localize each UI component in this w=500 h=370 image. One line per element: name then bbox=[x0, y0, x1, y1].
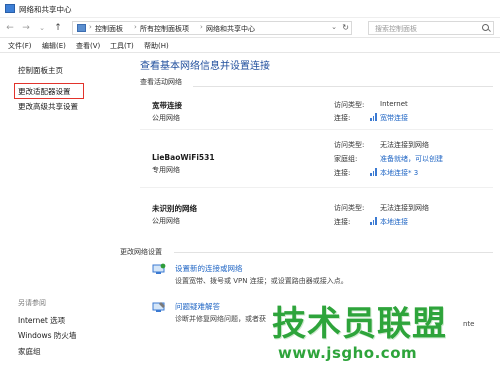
address-bar: ← → ⌄ ↑ › 控制面板 › 所有控制面板项 › 网络和共享中心 ⌄ ↻ 搜… bbox=[0, 18, 500, 38]
connection-label: 连接: bbox=[334, 114, 351, 122]
network-name: 未识别的网络 bbox=[152, 204, 197, 213]
connection-label: 连接: bbox=[334, 169, 351, 177]
search-icon[interactable] bbox=[482, 24, 489, 31]
watermark-logo: 技术员联盟 bbox=[272, 304, 447, 344]
menu-edit[interactable]: 编辑(E) bbox=[42, 41, 66, 51]
troubleshoot-desc: 诊断并修复网络问题，或者获 bbox=[175, 315, 266, 323]
network-type[interactable]: 专用网络 bbox=[152, 165, 180, 175]
new-connection-link[interactable]: 设置新的连接或网络 bbox=[175, 263, 243, 274]
sidebar-item-adapter-settings[interactable]: 更改适配器设置 bbox=[18, 86, 71, 97]
sidebar-item-homegroup[interactable]: 家庭组 bbox=[18, 346, 41, 357]
homegroup-status-link[interactable]: 准备就绪，可以创建 bbox=[380, 154, 443, 164]
network-type[interactable]: 公用网络 bbox=[152, 113, 180, 123]
sidebar: 控制面板主页 更改适配器设置 更改高级共享设置 另请参阅 Internet 选项… bbox=[0, 54, 118, 370]
network-center-icon bbox=[5, 4, 15, 13]
up-arrow-icon[interactable]: ↑ bbox=[52, 22, 64, 34]
connection-link[interactable]: 宽带连接 bbox=[380, 113, 408, 123]
network-type[interactable]: 公用网络 bbox=[152, 216, 180, 226]
sidebar-item-internet-options[interactable]: Internet 选项 bbox=[18, 315, 65, 326]
divider bbox=[140, 187, 493, 188]
connection-link[interactable]: 本地连接 bbox=[380, 217, 408, 227]
troubleshoot-link[interactable]: 问题疑难解答 bbox=[175, 301, 220, 312]
divider bbox=[174, 252, 493, 253]
title-bar: 网络和共享中心 bbox=[0, 0, 500, 18]
sidebar-item-home[interactable]: 控制面板主页 bbox=[18, 65, 63, 76]
access-type-value: 无法连接到网络 bbox=[380, 204, 429, 212]
chevron-down-icon[interactable]: ⌄ bbox=[36, 22, 48, 34]
menu-tools[interactable]: 工具(T) bbox=[110, 41, 134, 51]
divider bbox=[193, 86, 493, 87]
sidebar-item-firewall[interactable]: Windows 防火墙 bbox=[18, 330, 76, 341]
access-type-label: 访问类型: bbox=[334, 141, 365, 149]
network-name: 宽带连接 bbox=[152, 101, 182, 110]
wifi-icon bbox=[370, 168, 378, 176]
watermark-tail-text: nte bbox=[463, 320, 475, 328]
new-connection-desc: 设置宽带、拨号或 VPN 连接；或设置路由器或接入点。 bbox=[175, 277, 348, 285]
watermark-url: www.jsgho.com bbox=[278, 344, 418, 362]
signal-bars-icon bbox=[370, 113, 378, 121]
menu-bar: 文件(F) 编辑(E) 查看(V) 工具(T) 帮助(H) bbox=[0, 38, 500, 53]
menu-view[interactable]: 查看(V) bbox=[76, 41, 100, 51]
connection-link[interactable]: 本地连接* 3 bbox=[380, 168, 418, 178]
troubleshoot-icon bbox=[152, 302, 165, 312]
network-name: LieBaoWiFi531 bbox=[152, 153, 215, 162]
ethernet-icon bbox=[370, 217, 378, 225]
breadcrumb-control-panel[interactable]: 控制面板 bbox=[95, 24, 123, 34]
forward-arrow-icon[interactable]: → bbox=[20, 22, 32, 34]
control-panel-icon bbox=[77, 24, 86, 32]
access-type-value: 无法连接到网络 bbox=[380, 141, 429, 149]
window-title: 网络和共享中心 bbox=[19, 5, 72, 14]
sidebar-item-advanced-sharing[interactable]: 更改高级共享设置 bbox=[18, 101, 78, 112]
divider bbox=[140, 129, 493, 130]
address-dropdown-icon[interactable]: ⌄ bbox=[331, 23, 337, 31]
change-settings-heading: 更改网络设置 bbox=[120, 248, 162, 256]
new-connection-icon bbox=[152, 263, 166, 274]
search-placeholder: 搜索控制面板 bbox=[375, 25, 417, 33]
address-box[interactable]: › 控制面板 › 所有控制面板项 › 网络和共享中心 ⌄ ↻ bbox=[72, 21, 352, 35]
refresh-icon[interactable]: ↻ bbox=[342, 23, 349, 32]
access-type-value: Internet bbox=[380, 100, 408, 108]
see-also-label: 另请参阅 bbox=[18, 299, 46, 307]
menu-help[interactable]: 帮助(H) bbox=[144, 41, 169, 51]
connection-label: 连接: bbox=[334, 218, 351, 226]
back-arrow-icon[interactable]: ← bbox=[4, 22, 16, 34]
active-networks-heading: 查看活动网络 bbox=[140, 78, 182, 86]
watermark: 技术员联盟 www.jsgho.com nte bbox=[268, 296, 500, 370]
page-title: 查看基本网络信息并设置连接 bbox=[140, 61, 270, 72]
access-type-label: 访问类型: bbox=[334, 204, 365, 212]
menu-file[interactable]: 文件(F) bbox=[8, 41, 32, 51]
breadcrumb-network-center[interactable]: 网络和共享中心 bbox=[206, 24, 255, 34]
search-input[interactable]: 搜索控制面板 bbox=[368, 21, 494, 35]
homegroup-label: 家庭组: bbox=[334, 155, 358, 163]
access-type-label: 访问类型: bbox=[334, 101, 365, 109]
breadcrumb-all-items[interactable]: 所有控制面板项 bbox=[140, 24, 189, 34]
